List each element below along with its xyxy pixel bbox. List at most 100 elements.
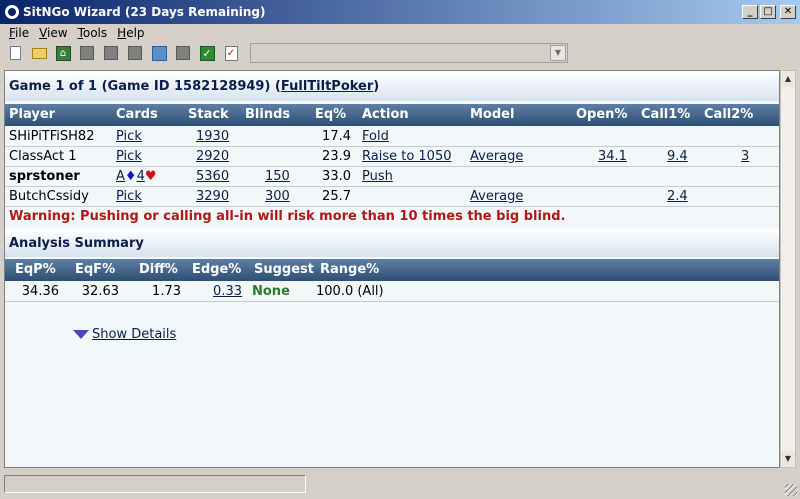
suggest-value: None bbox=[252, 284, 290, 299]
col-edge: Edge% bbox=[192, 262, 242, 277]
show-details-link[interactable]: Show Details bbox=[73, 327, 176, 342]
open-folder-button[interactable] bbox=[30, 44, 48, 62]
model-link[interactable]: Average bbox=[470, 189, 523, 204]
disabled-tool-icon bbox=[176, 46, 190, 60]
game-title: Game 1 of 1 (Game ID 1582128949) (FullTi… bbox=[5, 71, 779, 101]
stack-link[interactable]: 1930 bbox=[196, 129, 229, 144]
title-bar: SitNGo Wizard (23 Days Remaining) _ □ ✕ bbox=[0, 0, 800, 24]
hole-cards[interactable]: A♦4♥ bbox=[116, 169, 157, 184]
menu-tools[interactable]: Tools bbox=[73, 26, 113, 40]
col-cards: Cards bbox=[116, 107, 158, 122]
chevron-down-icon[interactable]: ▼ bbox=[550, 45, 566, 61]
table-row: ButchCssidy Pick 3290 300 25.7 Average 2… bbox=[5, 187, 779, 207]
warning-message: Warning: Pushing or calling all-in will … bbox=[9, 209, 566, 224]
analysis-summary-title: Analysis Summary bbox=[5, 229, 779, 257]
pick-cards-link[interactable]: Pick bbox=[116, 129, 142, 144]
call2-percent-link[interactable]: 3 bbox=[741, 149, 749, 164]
toolbar-button-4[interactable] bbox=[78, 44, 96, 62]
player-name: ClassAct 1 bbox=[9, 149, 77, 164]
hero-player-name: sprstoner bbox=[9, 169, 80, 184]
table-row: ClassAct 1 Pick 2920 23.9 Raise to 1050 … bbox=[5, 147, 779, 167]
player-name: ButchCssidy bbox=[9, 189, 89, 204]
status-bar bbox=[0, 472, 800, 499]
checklist-icon: ✓ bbox=[224, 45, 238, 61]
call1-percent-link[interactable]: 2.4 bbox=[667, 189, 688, 204]
screenshot-button[interactable] bbox=[150, 44, 168, 62]
equity-value: 23.9 bbox=[322, 149, 351, 164]
range-value: 100.0 (All) bbox=[316, 284, 384, 299]
col-model: Model bbox=[470, 107, 515, 122]
action-link[interactable]: Push bbox=[362, 169, 393, 184]
open-folder-icon bbox=[31, 47, 47, 59]
checkmark-icon: ✓ bbox=[199, 45, 215, 61]
pick-cards-link[interactable]: Pick bbox=[116, 149, 142, 164]
menu-bar: File View Tools Help bbox=[0, 24, 800, 42]
call1-percent-link[interactable]: 9.4 bbox=[667, 149, 688, 164]
card-rank-2[interactable]: 4 bbox=[137, 169, 145, 184]
disabled-tool-icon bbox=[128, 46, 142, 60]
blinds-link[interactable]: 150 bbox=[265, 169, 290, 184]
toolbar-button-8[interactable] bbox=[174, 44, 192, 62]
col-range: Range% bbox=[320, 262, 380, 277]
new-document-button[interactable] bbox=[6, 44, 24, 62]
col-eqp: EqP% bbox=[15, 262, 56, 277]
scroll-up-icon[interactable]: ▲ bbox=[781, 71, 795, 87]
disabled-tool-icon bbox=[80, 46, 94, 60]
vertical-scrollbar[interactable]: ▲ ▼ bbox=[780, 70, 796, 468]
stack-link[interactable]: 3290 bbox=[196, 189, 229, 204]
toolbar-button-6[interactable] bbox=[126, 44, 144, 62]
col-stack: Stack bbox=[188, 107, 229, 122]
screenshot-icon bbox=[151, 45, 167, 61]
col-action: Action bbox=[362, 107, 409, 122]
table-row: sprstoner A♦4♥ 5360 150 33.0 Push bbox=[5, 167, 779, 187]
col-open: Open% bbox=[576, 107, 628, 122]
equity-value: 33.0 bbox=[322, 169, 351, 184]
home-icon: ⌂ bbox=[55, 45, 71, 61]
edge-link[interactable]: 0.33 bbox=[213, 284, 242, 299]
main-content: Game 1 of 1 (Game ID 1582128949) (FullTi… bbox=[4, 70, 780, 468]
eqf-value: 32.63 bbox=[81, 284, 119, 299]
diff-value: 1.73 bbox=[152, 284, 181, 299]
minimize-button[interactable]: _ bbox=[742, 5, 758, 19]
summary-table-header: EqP% EqF% Diff% Edge% Suggest Range% bbox=[5, 259, 779, 281]
toolbar-button-5[interactable] bbox=[102, 44, 120, 62]
menu-help[interactable]: Help bbox=[112, 26, 149, 40]
action-link[interactable]: Fold bbox=[362, 129, 389, 144]
pick-cards-link[interactable]: Pick bbox=[116, 189, 142, 204]
stack-link[interactable]: 2920 bbox=[196, 149, 229, 164]
player-name: SHiPiTFiSH82 bbox=[9, 129, 95, 144]
disabled-tool-icon bbox=[104, 46, 118, 60]
col-eqf: EqF% bbox=[75, 262, 116, 277]
heart-suit-icon: ♥ bbox=[144, 169, 157, 184]
col-player: Player bbox=[9, 107, 56, 122]
summary-row: 34.36 32.63 1.73 0.33 None 100.0 (All) bbox=[5, 282, 779, 302]
maximize-button[interactable]: □ bbox=[760, 5, 776, 19]
diamond-suit-icon: ♦ bbox=[124, 169, 137, 184]
col-blinds: Blinds bbox=[245, 107, 291, 122]
site-link[interactable]: FullTiltPoker bbox=[281, 79, 373, 94]
card-rank-1[interactable]: A bbox=[116, 169, 125, 184]
col-eq: Eq% bbox=[315, 107, 347, 122]
check-button[interactable]: ✓ bbox=[198, 44, 216, 62]
new-document-icon bbox=[9, 46, 21, 60]
home-button[interactable]: ⌂ bbox=[54, 44, 72, 62]
resize-grip-icon[interactable] bbox=[785, 484, 797, 496]
scroll-down-icon[interactable]: ▼ bbox=[781, 451, 795, 467]
model-link[interactable]: Average bbox=[470, 149, 523, 164]
window-title: SitNGo Wizard (23 Days Remaining) bbox=[23, 5, 266, 19]
open-percent-link[interactable]: 34.1 bbox=[598, 149, 627, 164]
app-icon bbox=[5, 5, 19, 19]
menu-view[interactable]: View bbox=[34, 26, 72, 40]
game-select-combo[interactable]: ▼ bbox=[250, 43, 568, 63]
blinds-link[interactable]: 300 bbox=[265, 189, 290, 204]
stack-link[interactable]: 5360 bbox=[196, 169, 229, 184]
col-call1: Call1% bbox=[641, 107, 691, 122]
close-button[interactable]: ✕ bbox=[780, 5, 796, 19]
menu-file[interactable]: File bbox=[4, 26, 34, 40]
triangle-down-icon bbox=[73, 330, 89, 339]
toolbar: ⌂ ✓ ✓ ▼ bbox=[0, 42, 800, 64]
checklist-button[interactable]: ✓ bbox=[222, 44, 240, 62]
action-link[interactable]: Raise to 1050 bbox=[362, 149, 452, 164]
equity-value: 17.4 bbox=[322, 129, 351, 144]
col-call2: Call2% bbox=[704, 107, 754, 122]
